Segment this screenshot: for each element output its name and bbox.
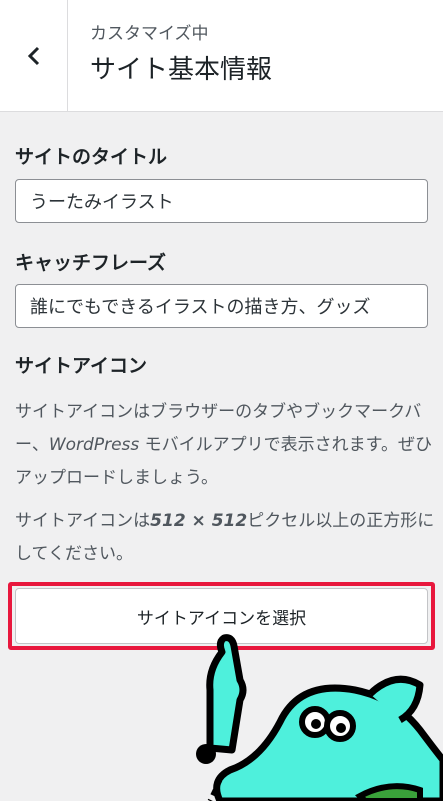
site-icon-size-note: サイトアイコンは512 × 512ピクセル以上の正方形にしてください。 [15,511,435,564]
site-title-label: サイトのタイトル [15,146,168,168]
site-icon-label: サイトアイコン [15,355,148,377]
tagline-label: キャッチフレーズ [15,252,167,274]
section-title: サイト基本情報 [90,55,273,85]
back-button[interactable] [0,0,68,112]
site-title-input[interactable]: うーたみイラスト [15,179,428,223]
mascot-illustration [196,634,443,801]
tagline-input[interactable]: 誰にでもできるイラストの描き方、グッズ [15,284,428,328]
chevron-left-icon [27,46,39,66]
customizer-header: カスタマイズ中 サイト基本情報 [0,0,443,112]
header-text: カスタマイズ中 サイト基本情報 [90,22,272,88]
customizing-label: カスタマイズ中 [90,24,209,44]
site-icon-description: サイトアイコンはブラウザーのタブやブックマークバー、WordPress モバイル… [15,402,432,488]
